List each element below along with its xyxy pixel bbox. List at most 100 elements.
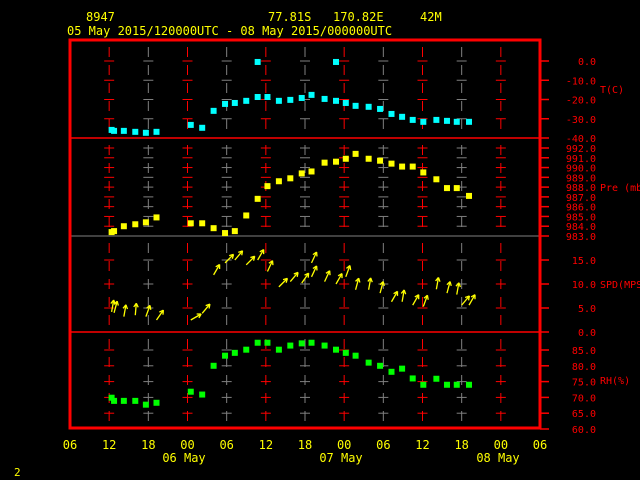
temp-point	[231, 99, 238, 106]
rh-point	[142, 401, 149, 408]
x-tick-label: 12	[259, 438, 273, 452]
meteogram: 8947 77.81S 170.82E 42M 05 May 2015/1200…	[14, 10, 640, 479]
wind-arrow-head	[449, 281, 452, 287]
wind-arrow-head	[125, 304, 129, 310]
temp-point	[298, 94, 305, 101]
temp-point	[222, 100, 229, 107]
rh-point	[433, 375, 440, 382]
rh-point	[231, 349, 238, 356]
pressure-point	[352, 150, 359, 157]
pressure-point	[254, 195, 261, 202]
pressure-point	[132, 221, 139, 228]
temp-point	[153, 128, 160, 135]
x-tick-label: 12	[415, 438, 429, 452]
temp-point	[287, 96, 294, 103]
y-tick-label: 70.0	[572, 393, 596, 404]
pressure-point	[199, 220, 206, 227]
y-tick-label: 80.0	[572, 362, 596, 373]
wind-arrow-head	[296, 272, 299, 277]
temp-point	[199, 124, 206, 131]
temp-point	[377, 105, 384, 112]
wind-arrow-head	[149, 305, 152, 310]
rh-point	[377, 362, 384, 369]
pressure-point	[275, 178, 282, 185]
station-elev: 42M	[420, 10, 442, 24]
rh-point	[420, 381, 427, 388]
pressure-point	[409, 163, 416, 170]
temp-point	[443, 117, 450, 124]
y-tick-label: 0.0	[578, 328, 596, 339]
pressure-point	[420, 169, 427, 176]
temp-point	[187, 121, 194, 128]
temp-point	[420, 118, 427, 125]
pressure-point	[111, 228, 118, 235]
x-tick-label: 00	[180, 438, 194, 452]
pressure-point	[342, 155, 349, 162]
temp-point	[210, 107, 217, 114]
temp-point	[254, 58, 261, 65]
x-tick-label: 18	[454, 438, 468, 452]
pressure-point	[308, 168, 315, 175]
wind-arrow-head	[349, 265, 352, 271]
temp-point	[264, 93, 271, 100]
wind-arrow-head	[358, 278, 361, 283]
y-tick-label: 85.0	[572, 346, 596, 357]
rh-point	[254, 339, 261, 346]
pressure-point	[377, 157, 384, 164]
temp-point	[142, 129, 149, 136]
wind-arrow-head	[208, 303, 211, 309]
rh-point	[287, 342, 294, 349]
pressure-point	[142, 219, 149, 226]
wind-arrow-head	[403, 289, 407, 295]
rh-point	[365, 359, 372, 366]
rh-point	[111, 397, 118, 404]
x-tick-label: 00	[337, 438, 351, 452]
x-tick-label: 12	[102, 438, 116, 452]
temp-point	[132, 128, 139, 135]
temp-point	[365, 103, 372, 110]
pressure-point	[231, 228, 238, 235]
x-tick-label: 18	[141, 438, 155, 452]
temp-point	[453, 118, 460, 125]
temp-point	[275, 97, 282, 104]
wind-arrow-head	[370, 277, 373, 283]
x-tick-label: 18	[298, 438, 312, 452]
pressure-point	[120, 223, 127, 230]
rh-point	[466, 381, 473, 388]
rh-point	[264, 339, 271, 346]
pressure-point	[388, 160, 395, 167]
rh-point	[243, 346, 250, 353]
x-tick-label: 06	[376, 438, 390, 452]
pressure-point	[153, 214, 160, 221]
y-tick-label: 75.0	[572, 378, 596, 389]
wind-arrow-head	[467, 295, 471, 301]
rh-point	[342, 349, 349, 356]
temp-point	[308, 91, 315, 98]
temp-point	[321, 95, 328, 102]
rh-point	[388, 368, 395, 375]
rh-point	[308, 339, 315, 346]
wind-arrow-head	[116, 301, 119, 306]
wind-arrow-head	[437, 277, 441, 282]
rh-point	[298, 340, 305, 347]
rh-point	[275, 346, 282, 353]
y-tick-label: 15.0	[572, 256, 596, 267]
y-tick-label: -10.0	[566, 76, 596, 87]
pressure-point	[466, 192, 473, 199]
rh-point	[132, 397, 139, 404]
panel-label: Pre (mb)	[600, 183, 640, 194]
x-date-label: 08 May	[476, 451, 519, 465]
rh-point	[210, 362, 217, 369]
pressure-point	[298, 170, 305, 177]
temp-point	[352, 102, 359, 109]
y-tick-label: 0.0	[578, 57, 596, 68]
rh-point	[399, 365, 406, 372]
pressure-point	[321, 159, 328, 166]
y-tick-label: 60.0	[572, 425, 596, 436]
page-number: 2	[14, 466, 21, 479]
temp-point	[111, 127, 118, 134]
temp-point	[388, 110, 395, 117]
rh-point	[352, 352, 359, 359]
pressure-point	[210, 225, 217, 232]
temp-point	[243, 97, 250, 104]
